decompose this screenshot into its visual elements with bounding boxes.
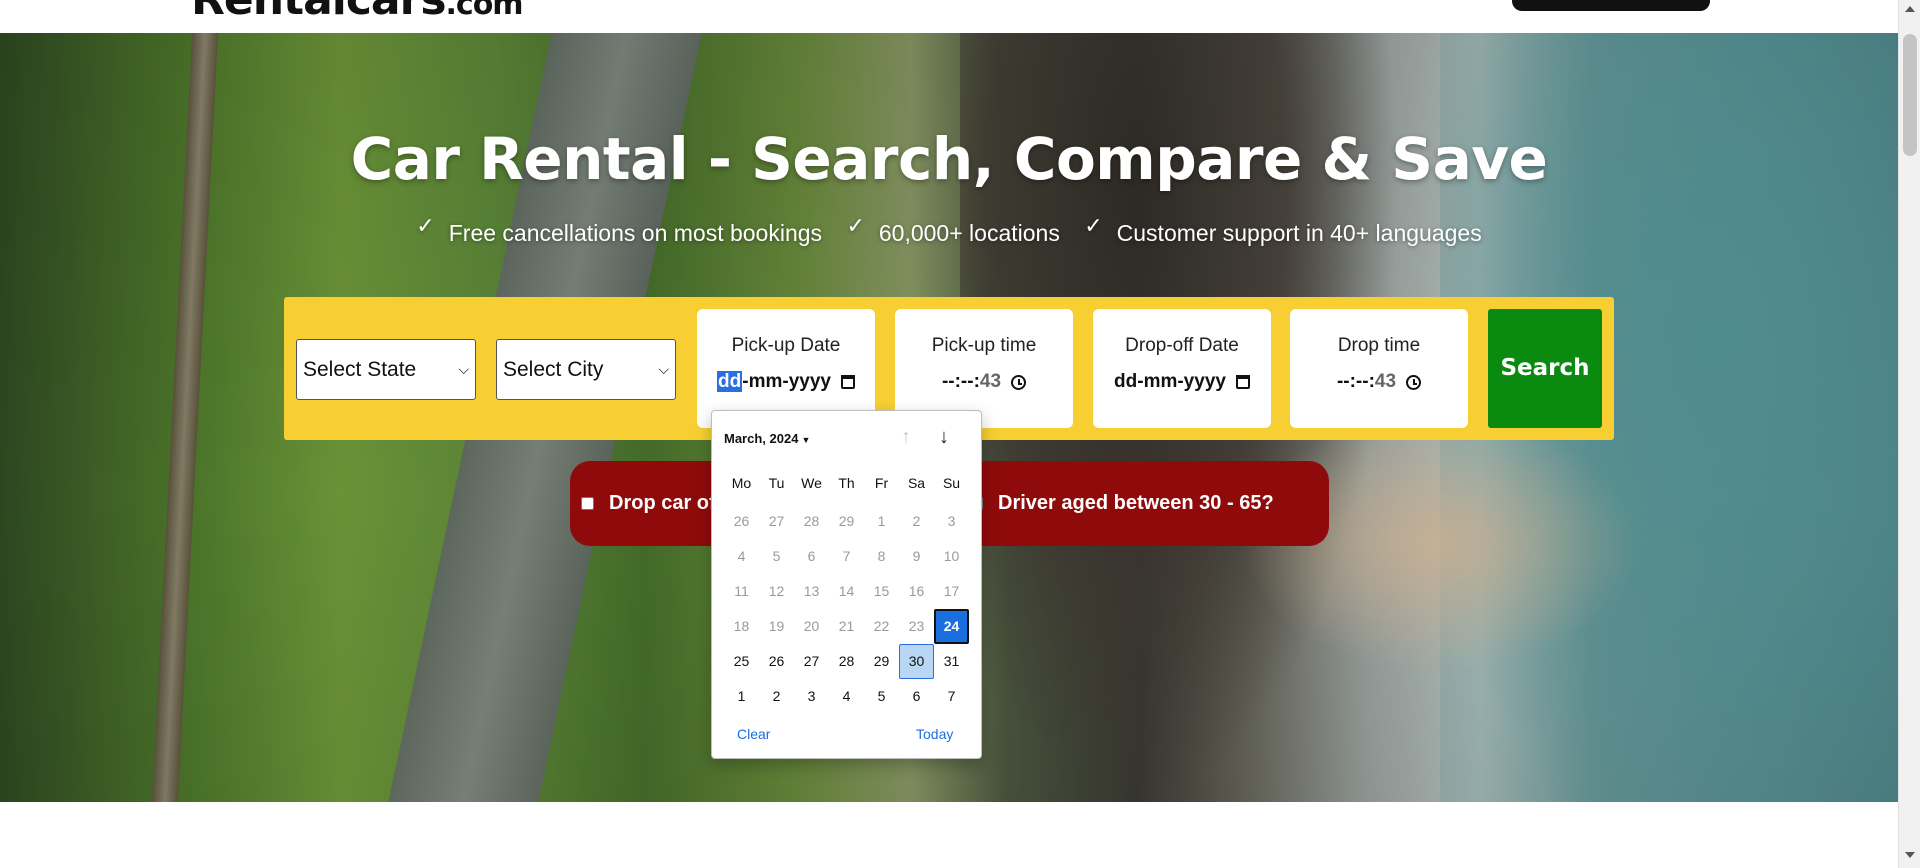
arrow-up-icon[interactable]: ↑ xyxy=(901,426,911,449)
calendar-day[interactable]: 3 xyxy=(934,504,969,539)
pickup-time-label: Pick-up time xyxy=(931,335,1037,356)
pickup-time-input[interactable]: --:--:43 xyxy=(942,371,1027,393)
calendar-day[interactable]: 23 xyxy=(899,609,934,644)
scroll-down-arrow-icon[interactable] xyxy=(1905,852,1915,858)
calendar-icon[interactable] xyxy=(1235,375,1250,389)
calendar-day[interactable]: 2 xyxy=(759,679,794,714)
site-header: Rentalcars.com xyxy=(0,0,1898,33)
weekday-label: Th xyxy=(838,475,855,491)
dropoff-date-input[interactable]: dd-mm-yyyy xyxy=(1114,371,1250,393)
calendar-day[interactable]: 11 xyxy=(724,574,759,609)
calendar-grid: Mo Tu We Th Fr Sa Su 26 27 28 29 1 2 3 4 5 6 7 8 9 10 11 12 13 1… xyxy=(724,469,969,714)
calendar-day[interactable]: 20 xyxy=(794,609,829,644)
driver-age-label: Driver aged between 30 - 65? xyxy=(998,492,1274,514)
state-select[interactable]: Select State ⌵ xyxy=(296,339,476,400)
calendar-day[interactable]: 28 xyxy=(794,504,829,539)
scroll-up-arrow-icon[interactable] xyxy=(1905,6,1915,12)
weekday-label: Su xyxy=(942,475,961,491)
scrollbar-thumb[interactable] xyxy=(1903,34,1917,156)
dropoff-date-label: Drop-off Date xyxy=(1125,335,1239,356)
calendar-day[interactable]: 8 xyxy=(864,539,899,574)
calendar-day[interactable]: 6 xyxy=(899,679,934,714)
month-selector[interactable]: March, 2024 ▼ xyxy=(724,431,810,446)
calendar-day[interactable]: 16 xyxy=(899,574,934,609)
feature-item: ✓ Customer support in 40+ languages xyxy=(1084,213,1482,246)
calendar-icon[interactable] xyxy=(840,375,855,389)
arrow-down-icon[interactable]: ↓ xyxy=(939,426,949,449)
clear-button[interactable]: Clear xyxy=(737,726,770,742)
search-button[interactable]: Search xyxy=(1488,309,1602,428)
weekday-label: Sa xyxy=(907,475,926,491)
calendar-day[interactable]: 19 xyxy=(759,609,794,644)
calendar-day[interactable]: 15 xyxy=(864,574,899,609)
clock-icon[interactable] xyxy=(1011,374,1027,390)
calendar-day[interactable]: 4 xyxy=(829,679,864,714)
dropoff-date-card: Drop-off Date dd-mm-yyyy xyxy=(1093,309,1271,428)
calendar-day[interactable]: 10 xyxy=(934,539,969,574)
page: Rentalcars.com Car Rental - Search, Comp… xyxy=(0,0,1920,868)
calendar-day[interactable]: 5 xyxy=(759,539,794,574)
today-button[interactable]: Today xyxy=(916,726,953,742)
calendar-day[interactable]: 7 xyxy=(934,679,969,714)
calendar-day[interactable]: 12 xyxy=(759,574,794,609)
calendar-day[interactable]: 1 xyxy=(724,679,759,714)
city-select[interactable]: Select City ⌵ xyxy=(496,339,676,400)
calendar-day[interactable]: 29 xyxy=(829,504,864,539)
feature-item: ✓ 60,000+ locations xyxy=(846,213,1060,246)
drop-time-label: Drop time xyxy=(1337,335,1421,356)
drop-off-checkbox[interactable] xyxy=(581,497,594,510)
drop-time-input[interactable]: --:--:43 xyxy=(1337,371,1422,393)
calendar-day[interactable]: 9 xyxy=(899,539,934,574)
calendar-day[interactable]: 29 xyxy=(864,644,899,679)
feature-list: ✓ Free cancellations on most bookings ✓ 60… xyxy=(0,213,1898,247)
scrollbar[interactable] xyxy=(1898,0,1920,868)
weekday-label: Fr xyxy=(874,475,889,491)
hero-title: Car Rental - Search, Compare & Save xyxy=(350,125,1548,193)
calendar-day[interactable]: 22 xyxy=(864,609,899,644)
calendar-day[interactable]: 3 xyxy=(794,679,829,714)
calendar-day[interactable]: 1 xyxy=(864,504,899,539)
calendar-day[interactable]: 18 xyxy=(724,609,759,644)
chevron-down-icon: ⌵ xyxy=(658,361,669,377)
calendar-day-selected[interactable]: 30 xyxy=(899,644,934,679)
calendar-day[interactable]: 4 xyxy=(724,539,759,574)
weekday-label: Tu xyxy=(768,475,785,491)
site-logo[interactable]: Rentalcars.com xyxy=(191,0,524,25)
check-icon: ✓ xyxy=(416,213,435,238)
date-picker-popup: March, 2024 ▼ ↑ ↓ Mo Tu We Th Fr Sa Su 26 27 28 29 1… xyxy=(711,410,982,759)
pickup-date-label: Pick-up Date xyxy=(731,335,841,356)
calendar-day[interactable]: 27 xyxy=(794,644,829,679)
check-icon: ✓ xyxy=(1084,213,1103,238)
calendar-day[interactable]: 13 xyxy=(794,574,829,609)
clock-icon[interactable] xyxy=(1406,374,1422,390)
chevron-down-icon: ⌵ xyxy=(458,361,469,377)
header-button[interactable] xyxy=(1512,0,1710,11)
calendar-day[interactable]: 28 xyxy=(829,644,864,679)
check-icon: ✓ xyxy=(846,213,865,238)
calendar-day[interactable]: 6 xyxy=(794,539,829,574)
calendar-day[interactable]: 7 xyxy=(829,539,864,574)
calendar-day[interactable]: 25 xyxy=(724,644,759,679)
calendar-day[interactable]: 26 xyxy=(724,504,759,539)
calendar-day[interactable]: 2 xyxy=(899,504,934,539)
weekday-label: Mo xyxy=(731,475,752,491)
driver-age-option[interactable]: Driver aged between 30 - 65? xyxy=(970,461,1274,546)
calendar-day[interactable]: 14 xyxy=(829,574,864,609)
pickup-date-input[interactable]: dd-mm-yyyy xyxy=(717,371,855,393)
calendar-day[interactable]: 21 xyxy=(829,609,864,644)
calendar-day[interactable]: 27 xyxy=(759,504,794,539)
calendar-day[interactable]: 17 xyxy=(934,574,969,609)
weekday-label: We xyxy=(801,475,822,491)
calendar-day[interactable]: 5 xyxy=(864,679,899,714)
feature-item: ✓ Free cancellations on most bookings xyxy=(416,213,823,246)
calendar-day[interactable]: 31 xyxy=(934,644,969,679)
caret-down-icon: ▼ xyxy=(801,435,811,445)
calendar-day[interactable]: 26 xyxy=(759,644,794,679)
drop-time-card: Drop time --:--:43 xyxy=(1290,309,1468,428)
calendar-day-today[interactable]: 24 xyxy=(934,609,969,644)
